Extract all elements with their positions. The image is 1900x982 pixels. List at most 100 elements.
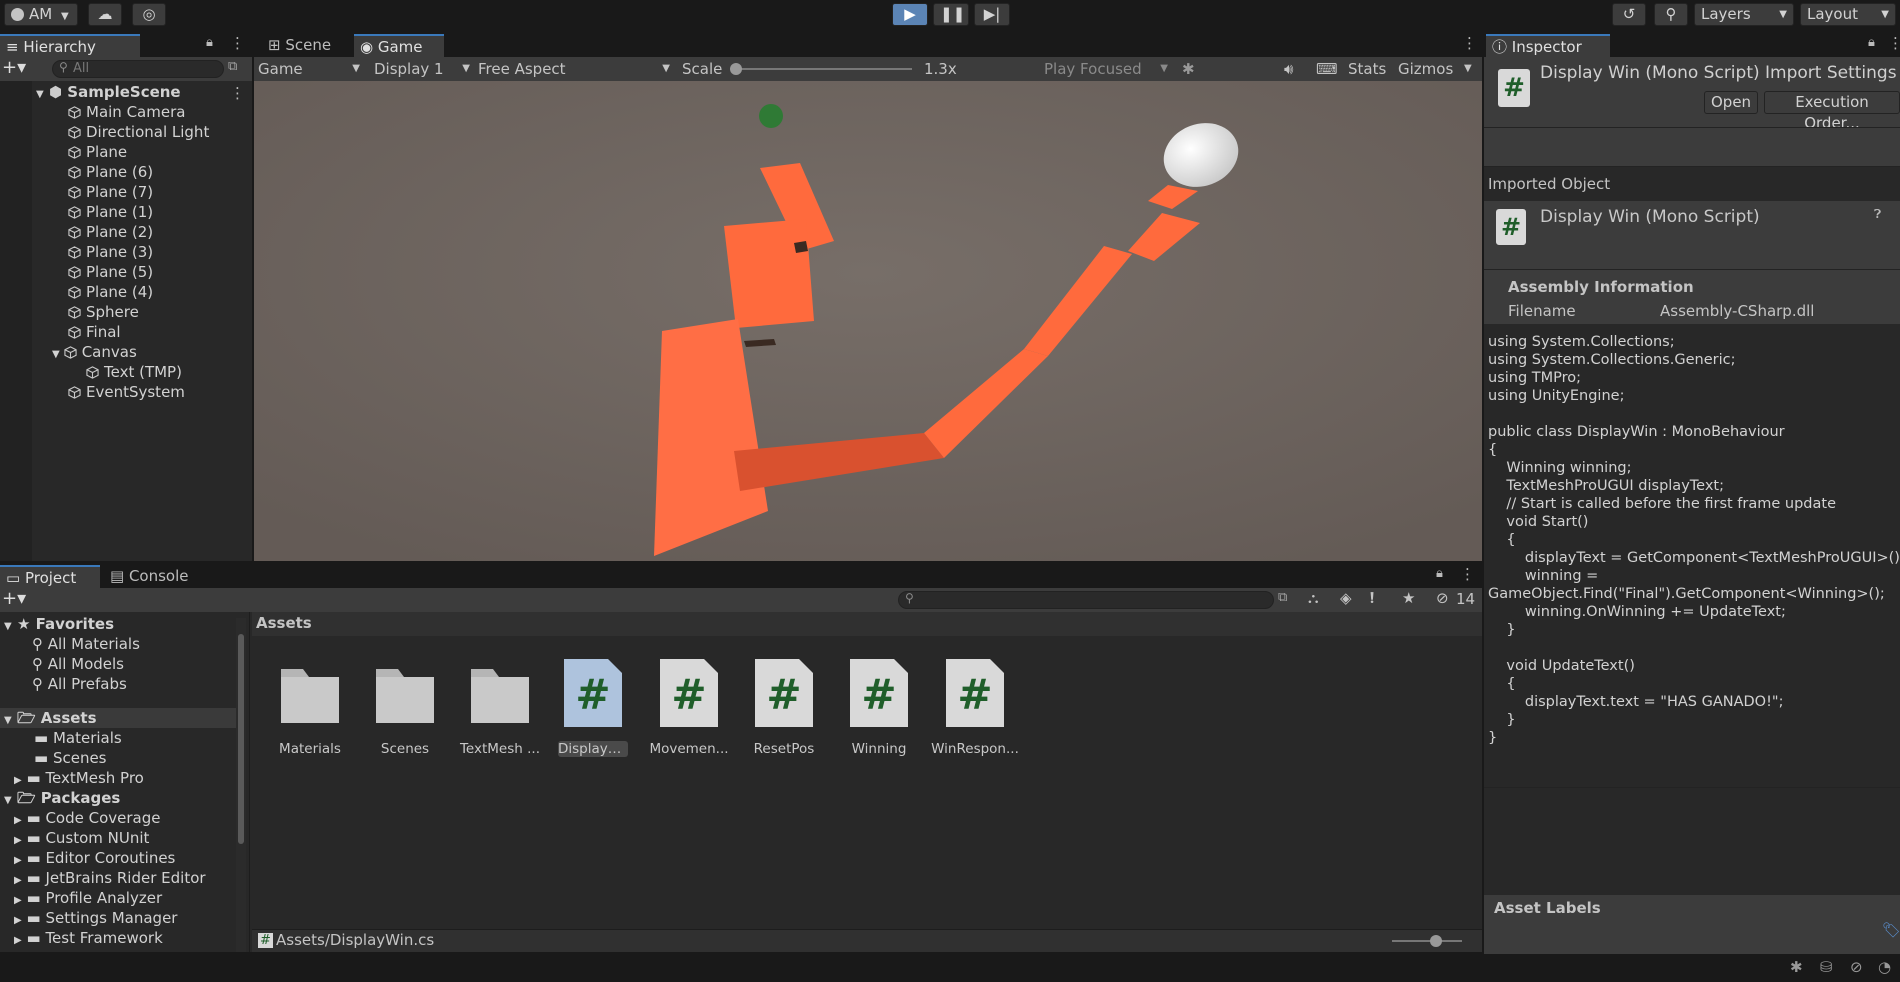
package-item[interactable]: ▶ ▬ Custom NUnit <box>14 828 149 848</box>
lock-icon[interactable]: 🔒︎ <box>206 35 213 50</box>
more-icon[interactable]: ⋮ <box>230 84 245 102</box>
game-view-dropdown[interactable]: Game ▼ <box>256 57 364 81</box>
scale-slider-handle[interactable] <box>730 63 742 75</box>
help-icon[interactable]: ❓︎ <box>1874 207 1881 222</box>
add-icon[interactable]: +▾ <box>2 57 26 79</box>
collab-button[interactable]: ◎ <box>132 3 166 26</box>
hierarchy-item[interactable]: ▼ Canvas <box>52 342 137 362</box>
asset-item[interactable]: TextMesh ... <box>455 657 545 757</box>
hierarchy-item[interactable]: Plane (7) <box>68 182 153 202</box>
scrollbar-thumb[interactable] <box>238 634 244 844</box>
hierarchy-item[interactable]: Plane (5) <box>68 262 153 282</box>
package-item[interactable]: ▶ ▬ Code Coverage <box>14 808 160 828</box>
add-icon[interactable]: +▾ <box>2 588 26 610</box>
filter-type-icon[interactable]: ⛬ <box>1308 589 1319 607</box>
keyboard-icon[interactable]: ⌨ <box>1316 57 1338 81</box>
package-item[interactable]: ▶ ▬ Test Framework <box>14 928 163 948</box>
tab-project[interactable]: ▭ Project <box>0 565 100 588</box>
tab-game[interactable]: ◉ Game <box>354 34 444 57</box>
pause-button[interactable]: ❚❚ <box>933 3 969 26</box>
favorites-header[interactable]: ▼ ★ Favorites <box>4 614 114 634</box>
hidden-packages-icon[interactable]: ⊘ <box>1436 589 1449 607</box>
hierarchy-item[interactable]: Plane (2) <box>68 222 153 242</box>
project-search-input[interactable]: ⚲ <box>898 591 1274 609</box>
gizmos-button[interactable]: Gizmos <box>1398 57 1453 81</box>
scene-root[interactable]: ▼ ⬢ SampleScene <box>36 82 181 102</box>
favorite-item[interactable]: ⚲ All Prefabs <box>32 674 127 694</box>
lock-icon[interactable]: 🔒︎ <box>1868 35 1875 50</box>
package-item[interactable]: ▶ ▬ Profile Analyzer <box>14 888 162 908</box>
bug-icon[interactable]: ✱ <box>1790 958 1803 976</box>
asset-item[interactable]: # ResetPos <box>739 657 829 757</box>
hierarchy-item[interactable]: EventSystem <box>68 382 185 402</box>
tab-hierarchy[interactable]: ≡ Hierarchy <box>0 34 140 57</box>
packages-folder[interactable]: ▼ 🗁 Packages <box>4 788 120 808</box>
tag-icon[interactable]: 🏷︎ <box>1882 921 1900 939</box>
display-dropdown[interactable]: Display 1 ▼ <box>374 57 474 81</box>
more-icon[interactable]: ⋮ <box>1462 34 1477 52</box>
more-icon[interactable]: ⋮ <box>230 34 245 52</box>
network-icon[interactable]: ⊘ <box>1850 958 1863 976</box>
hierarchy-item[interactable]: Text (TMP) <box>86 362 182 382</box>
scale-slider[interactable] <box>730 63 912 75</box>
assets-folder[interactable]: ▼ 🗁 Assets <box>0 708 238 728</box>
hierarchy-search-input[interactable]: ⚲ All <box>52 60 224 78</box>
favorite-item[interactable]: ⚲ All Materials <box>32 634 140 654</box>
more-icon[interactable]: ⋮ <box>1888 34 1900 52</box>
warning-icon[interactable]: ❗︎ <box>1370 589 1374 607</box>
folder-item[interactable]: ▬ Scenes <box>34 748 107 768</box>
hierarchy-item[interactable]: Final <box>68 322 121 342</box>
layers-dropdown[interactable]: Layers ▼ <box>1694 3 1794 26</box>
aspect-dropdown[interactable]: Free Aspect ▼ <box>478 57 674 81</box>
hierarchy-item[interactable]: Directional Light <box>68 122 209 142</box>
lock-icon[interactable]: 🔒︎ <box>1436 566 1443 581</box>
cloud-button[interactable]: ☁ <box>88 3 122 26</box>
search-filter-icon[interactable]: ⧉ <box>1278 590 1287 605</box>
hierarchy-item[interactable]: Plane (1) <box>68 202 153 222</box>
folder-item[interactable]: ▶ ▬ TextMesh Pro <box>14 768 144 788</box>
asset-item[interactable]: Scenes <box>360 657 450 757</box>
play-focused-dropdown[interactable]: Play Focused ▼ <box>1044 57 1172 81</box>
hierarchy-item[interactable]: Plane (4) <box>68 282 153 302</box>
asset-item[interactable]: # Movemen... <box>644 657 734 757</box>
chevron-down-icon[interactable]: ▼ <box>1464 57 1472 81</box>
package-item[interactable]: ▶ ▬ JetBrains Rider Editor <box>14 868 206 888</box>
package-item[interactable]: ▶ ▬ Editor Coroutines <box>14 848 175 868</box>
icon-size-slider[interactable] <box>1392 935 1462 947</box>
tab-console[interactable]: ▤ Console <box>104 565 204 588</box>
search-filter-icon[interactable]: ⧉ <box>228 59 237 74</box>
progress-icon[interactable]: ◔ <box>1878 958 1891 976</box>
package-item[interactable]: ▶ ▬ Settings Manager <box>14 908 177 928</box>
favorite-item[interactable]: ⚲ All Models <box>32 654 124 674</box>
asset-item[interactable]: # WinRespon... <box>930 657 1020 757</box>
game-viewport[interactable] <box>254 81 1482 561</box>
breadcrumb-item[interactable]: Assets <box>256 614 312 632</box>
hierarchy-item[interactable]: Sphere <box>68 302 139 322</box>
execution-order-button[interactable]: Execution Order... <box>1764 91 1900 132</box>
icon-size-slider-handle[interactable] <box>1430 935 1442 947</box>
hierarchy-item[interactable]: Main Camera <box>68 102 185 122</box>
layout-dropdown[interactable]: Layout ▼ <box>1800 3 1896 26</box>
asset-item[interactable]: # Winning <box>834 657 924 757</box>
sidebar-scrollbar[interactable] <box>236 618 246 952</box>
hierarchy-item[interactable]: Plane <box>68 142 127 162</box>
hierarchy-item[interactable]: Plane (3) <box>68 242 153 262</box>
star-icon[interactable]: ★ <box>1402 589 1415 607</box>
cache-server-icon[interactable]: ⛁ <box>1820 958 1833 976</box>
more-icon[interactable]: ⋮ <box>1460 565 1475 583</box>
search-button[interactable]: ⚲ <box>1654 3 1688 26</box>
bug-icon[interactable]: ✱ <box>1182 57 1195 81</box>
stats-button[interactable]: Stats <box>1348 57 1386 81</box>
tab-scene[interactable]: ⊞ Scene <box>262 34 352 57</box>
tab-inspector[interactable]: ⓘ Inspector <box>1486 34 1610 57</box>
asset-item-selected[interactable]: # DisplayWin <box>548 657 638 757</box>
account-button[interactable]: AM ▼ <box>4 3 78 26</box>
open-button[interactable]: Open <box>1704 91 1758 114</box>
play-button[interactable]: ▶ <box>892 3 928 26</box>
folder-item[interactable]: ▬ Materials <box>34 728 122 748</box>
history-button[interactable]: ↺ <box>1612 3 1646 26</box>
asset-item[interactable]: Materials <box>265 657 355 757</box>
hierarchy-item[interactable]: Plane (6) <box>68 162 153 182</box>
label-filter-icon[interactable]: ◈ <box>1340 589 1352 607</box>
step-button[interactable]: ▶| <box>974 3 1010 26</box>
